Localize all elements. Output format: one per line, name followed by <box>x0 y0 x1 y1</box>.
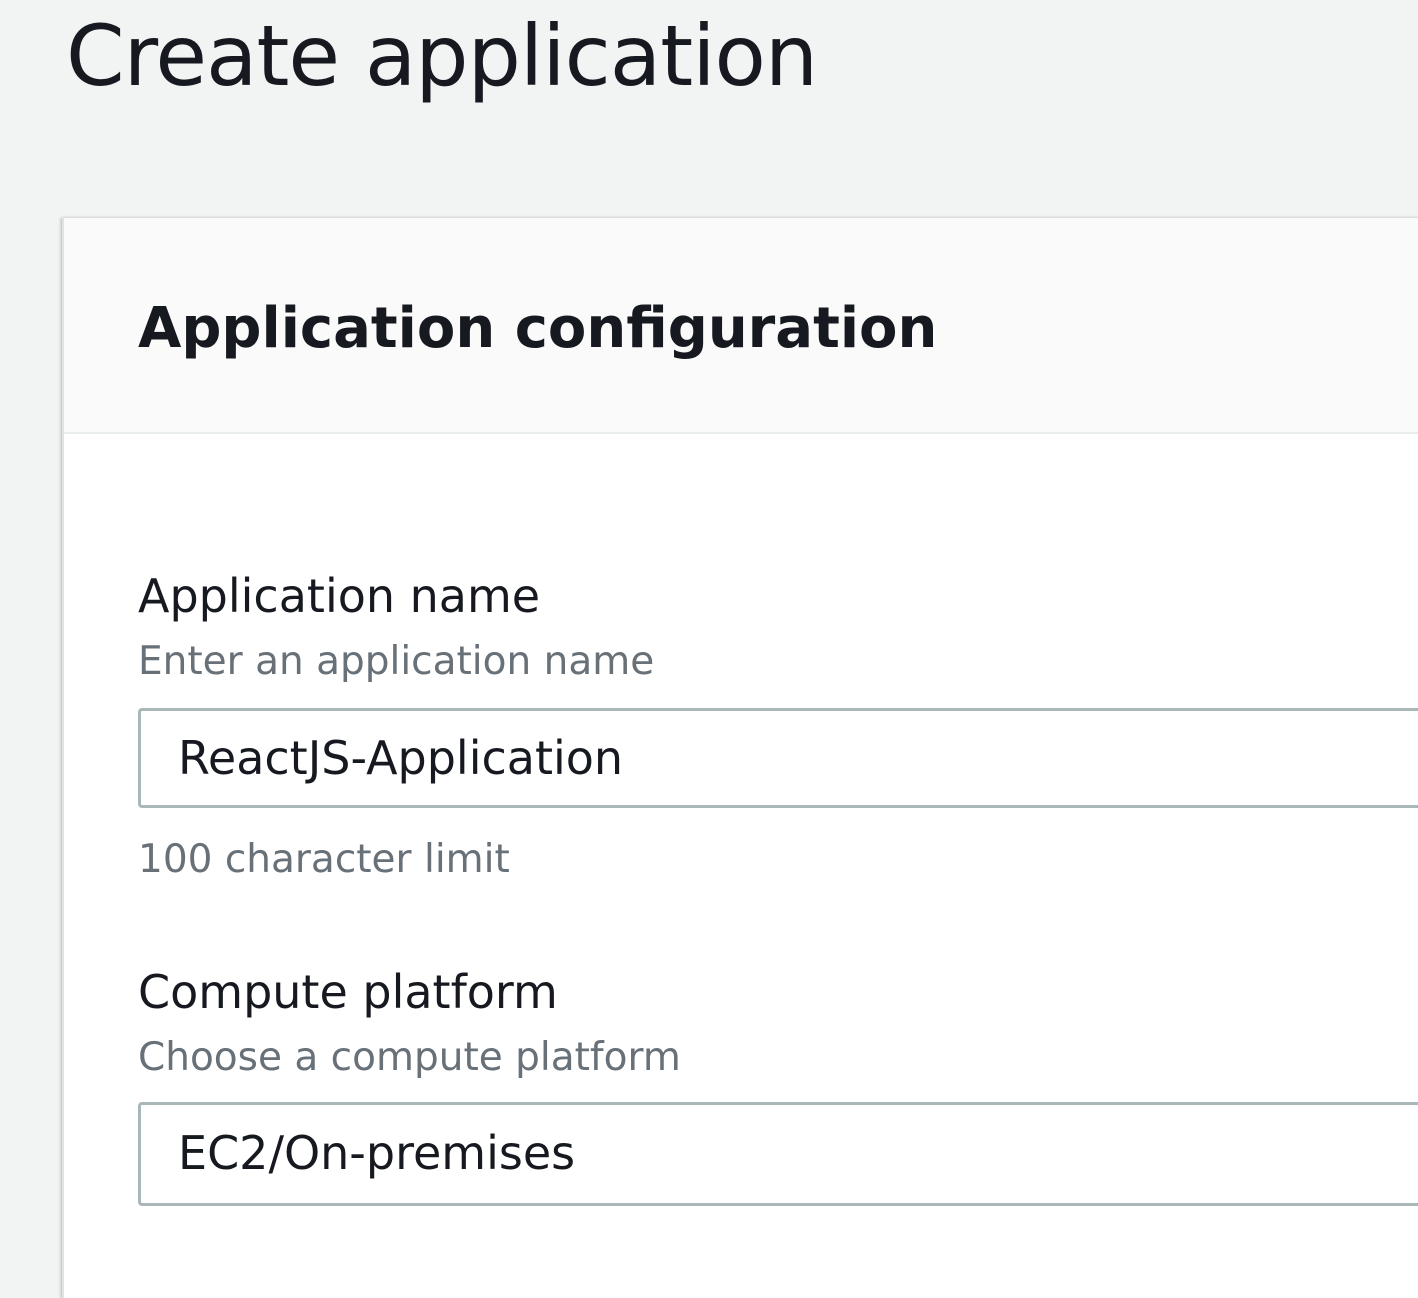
compute-platform-description: Choose a compute platform <box>138 1035 681 1080</box>
application-name-input[interactable] <box>138 708 1418 808</box>
panel-title: Application configuration <box>138 296 938 361</box>
compute-platform-label: Compute platform <box>138 965 558 1019</box>
panel-header: Application configuration <box>64 218 1418 434</box>
application-name-description: Enter an application name <box>138 639 655 684</box>
application-name-constraint: 100 character limit <box>138 837 510 882</box>
application-configuration-panel: Application configuration Application na… <box>62 218 1418 1298</box>
compute-platform-select[interactable]: EC2/On-premises <box>138 1102 1418 1206</box>
page-title: Create application <box>66 7 818 105</box>
compute-platform-selected-value: EC2/On-premises <box>178 1126 576 1180</box>
application-name-label: Application name <box>138 569 541 623</box>
